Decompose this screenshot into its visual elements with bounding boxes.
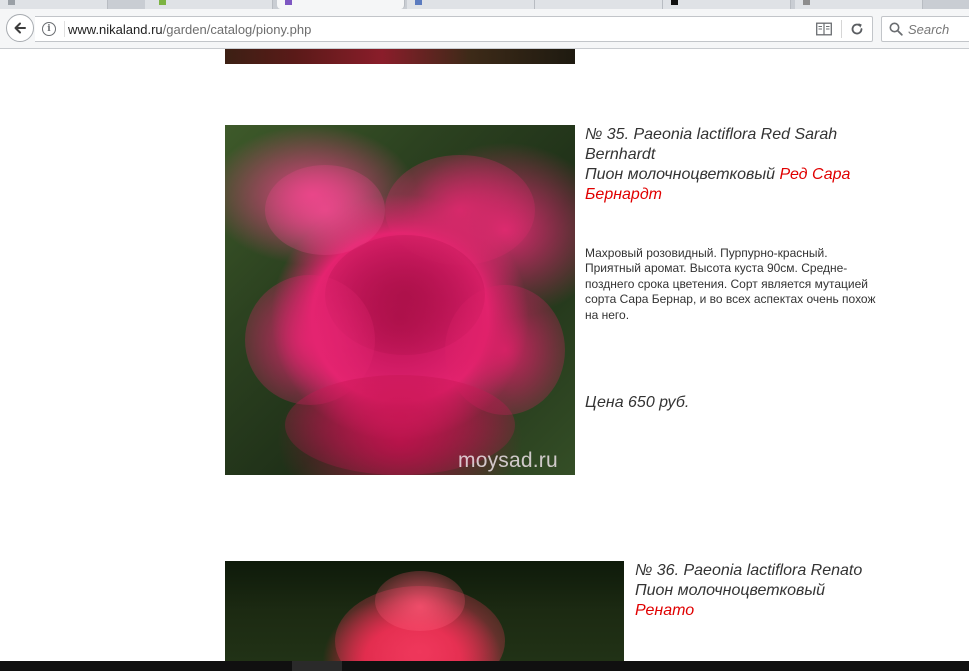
tab-1[interactable] [0, 0, 108, 9]
product-35-price: Цена 650 руб. [585, 394, 690, 411]
tab-strip [0, 0, 969, 9]
tab-3-active[interactable] [277, 0, 405, 9]
tab-6[interactable] [663, 0, 791, 9]
page-content: moysad.ru № 35. Paeonia lactiflora Red S… [0, 49, 969, 661]
reader-view-icon[interactable] [816, 22, 832, 36]
product-36-ru-name: Ренато [635, 602, 695, 619]
tab-2[interactable] [145, 0, 273, 9]
url-divider [841, 20, 842, 38]
os-taskbar [0, 661, 969, 671]
address-bar[interactable]: i www.nikaland.ru/garden/catalog/piony.p… [35, 16, 873, 42]
search-input[interactable]: Search [908, 22, 949, 37]
arrow-left-icon [14, 22, 26, 34]
info-icon[interactable]: i [42, 22, 56, 36]
tab-favicon-icon [415, 0, 422, 5]
tab-4[interactable] [407, 0, 535, 9]
taskbar-app-button[interactable] [292, 661, 342, 671]
url-path: /garden/catalog/piony.php [162, 22, 312, 37]
tab-favicon-icon [285, 0, 292, 5]
tab-favicon-icon [671, 0, 678, 5]
previous-product-image [225, 49, 575, 64]
taskbar-app-button[interactable] [258, 661, 292, 671]
back-button[interactable] [6, 14, 34, 42]
product-36-photo [225, 561, 624, 661]
reload-icon[interactable] [849, 21, 865, 37]
product-36-ru-prefix: Пион молочноцветковый [635, 582, 826, 599]
tab-favicon-icon [159, 0, 166, 5]
product-35-number: № 35. [585, 126, 630, 143]
taskbar-app-button[interactable] [420, 661, 454, 671]
tab-favicon-icon [803, 0, 810, 5]
product-36-latin-name: Paeonia lactiflora Renato [683, 562, 863, 579]
photo-watermark: moysad.ru [458, 449, 558, 472]
taskbar-app-button[interactable] [342, 661, 382, 671]
search-bar[interactable]: Search [881, 16, 969, 42]
product-36-title: № 36. Paeonia lactiflora Renato Пион мол… [635, 561, 935, 621]
search-icon [889, 22, 903, 36]
product-35-ru-prefix: Пион молочноцветковый [585, 166, 776, 183]
tab-5[interactable] [535, 0, 663, 9]
url-host: www.nikaland.ru [68, 22, 163, 37]
tab-favicon-icon [8, 0, 15, 5]
url-separator [64, 21, 65, 37]
product-35-title: № 35. Paeonia lactiflora Red Sarah Bernh… [585, 125, 885, 205]
url-text[interactable]: www.nikaland.ru/garden/catalog/piony.php [68, 22, 311, 37]
tab-7[interactable] [795, 0, 923, 9]
product-36-number: № 36. [635, 562, 680, 579]
peony-petal [375, 571, 465, 631]
product-35-photo [225, 125, 575, 475]
product-35-description: Махровый розовидный. Пурпурно-красный. П… [585, 246, 876, 322]
navigation-bar: i www.nikaland.ru/garden/catalog/piony.p… [0, 9, 969, 49]
